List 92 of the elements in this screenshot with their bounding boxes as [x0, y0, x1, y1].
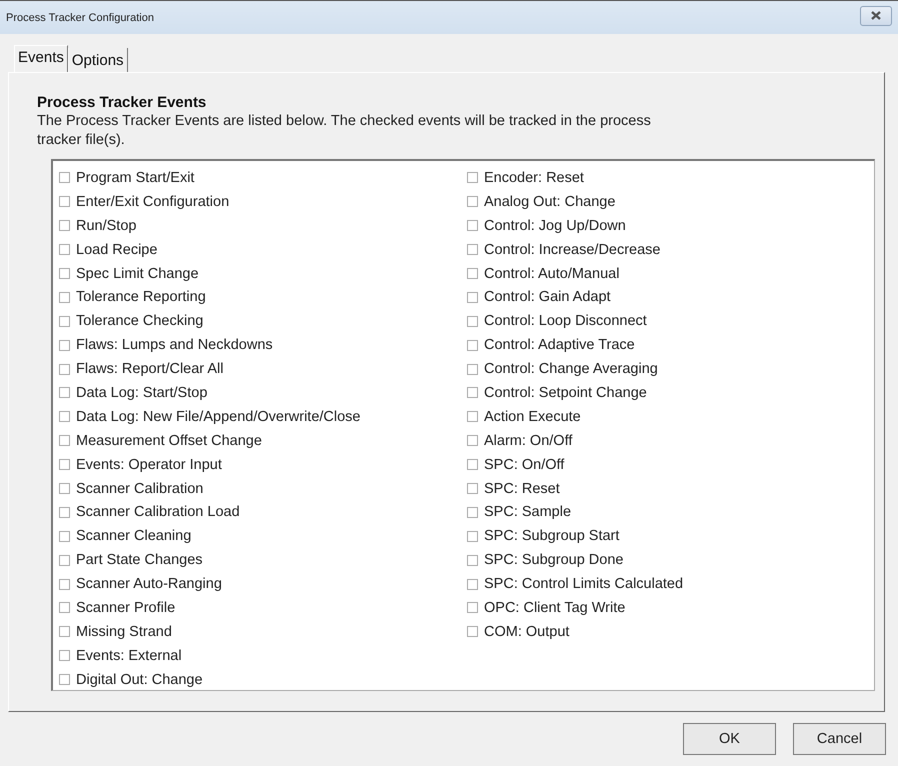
checkbox[interactable] — [467, 578, 478, 590]
checkbox[interactable] — [467, 626, 478, 638]
checkbox-label: Tolerance Reporting — [76, 289, 206, 306]
checkbox-label: SPC: Sample — [484, 504, 572, 520]
checkbox-label: Encoder: Reset — [484, 170, 584, 186]
checkbox-label: Events: External — [76, 648, 182, 664]
tab[interactable]: Options — [68, 48, 128, 72]
checkbox[interactable] — [467, 340, 478, 351]
checkbox-label: SPC: Subgroup Start — [484, 528, 620, 544]
checkbox[interactable] — [467, 364, 478, 375]
checkbox[interactable] — [59, 650, 70, 662]
window-title: Process Tracker Configuration — [6, 12, 154, 24]
checkbox-label: Missing Strand — [76, 624, 172, 640]
checkbox-label: Action Execute — [484, 408, 581, 425]
checkbox-label: OPC: Client Tag Write — [484, 600, 626, 616]
checkbox[interactable] — [467, 483, 478, 494]
checkbox[interactable] — [59, 506, 70, 518]
checkbox[interactable] — [59, 674, 70, 686]
checkbox[interactable] — [59, 459, 70, 470]
checkbox-label: SPC: Reset — [484, 480, 560, 497]
checkbox[interactable] — [467, 435, 478, 446]
checkbox[interactable] — [59, 364, 70, 375]
tab[interactable]: Events — [14, 45, 68, 72]
checkbox-label: Events: Operator Input — [76, 456, 222, 473]
dialog-button[interactable]: OK — [683, 723, 776, 755]
checkbox-label: COM: Output — [484, 624, 570, 640]
checkbox-label: Scanner Auto-Ranging — [76, 576, 222, 592]
checkbox[interactable] — [467, 172, 478, 184]
checkbox[interactable] — [59, 196, 70, 208]
checkbox-label: Flaws: Lumps and Neckdowns — [76, 337, 273, 354]
checkbox[interactable] — [59, 554, 70, 566]
checkbox-label: Enter/Exit Configuration — [76, 194, 230, 210]
checkbox[interactable] — [467, 554, 478, 566]
checkbox[interactable] — [467, 244, 478, 256]
checkbox-label: Tolerance Checking — [76, 313, 204, 330]
checkbox-label: Scanner Calibration — [76, 480, 204, 497]
checkbox-label: SPC: Subgroup Done — [484, 552, 624, 568]
checkbox-label: Scanner Calibration Load — [76, 504, 240, 520]
checkbox[interactable] — [59, 530, 70, 542]
checkbox-label: Control: Change Averaging — [484, 361, 658, 378]
checkbox[interactable] — [467, 292, 478, 303]
checkbox-label: Scanner Profile — [76, 600, 176, 616]
checkbox-label: Scanner Cleaning — [76, 528, 192, 544]
checkbox-label: SPC: On/Off — [484, 456, 564, 473]
checkbox[interactable] — [59, 387, 70, 398]
checkbox-label: Control: Auto/Manual — [484, 266, 620, 282]
checkbox-label: Control: Adaptive Trace — [484, 337, 635, 354]
checkbox[interactable] — [59, 316, 70, 327]
description-text: The Process Tracker Events are listed below. The checked events will be tracked in the process tracker file(s). — [37, 112, 652, 150]
checkbox-label: Data Log: New File/Append/Overwrite/Close — [76, 408, 360, 425]
checkbox-label: Data Log: Start/Stop — [76, 384, 208, 401]
checkbox[interactable] — [467, 220, 478, 232]
checkbox[interactable] — [467, 602, 478, 614]
checkbox-label: SPC: Control Limits Calculated — [484, 576, 684, 592]
checkbox[interactable] — [59, 340, 70, 351]
checkbox-label: Alarm: On/Off — [484, 432, 572, 449]
checkbox[interactable] — [59, 602, 70, 614]
checkbox[interactable] — [59, 220, 70, 232]
checkbox-label: Digital Out: Change — [76, 672, 203, 688]
checkbox[interactable] — [467, 411, 478, 422]
checkbox[interactable] — [59, 626, 70, 638]
dialog-button[interactable]: Cancel — [793, 723, 886, 755]
checkbox-label: Load Recipe — [76, 242, 158, 258]
checkbox[interactable] — [59, 578, 70, 590]
checkbox[interactable] — [59, 483, 70, 494]
checkbox[interactable] — [467, 530, 478, 542]
checkbox[interactable] — [59, 435, 70, 446]
checkbox[interactable] — [467, 459, 478, 470]
checkbox-label: Program Start/Exit — [76, 170, 194, 186]
checkbox[interactable] — [59, 268, 70, 279]
checkbox[interactable] — [467, 268, 478, 279]
checkbox[interactable] — [59, 411, 70, 422]
checkbox-label: Control: Jog Up/Down — [484, 218, 626, 234]
checkbox[interactable] — [467, 506, 478, 518]
checkbox-label: Measurement Offset Change — [76, 432, 262, 449]
checkbox[interactable] — [59, 172, 70, 184]
checkbox[interactable] — [467, 196, 478, 208]
section-heading: Process Tracker Events — [37, 94, 208, 111]
checkbox-label: Part State Changes — [76, 552, 203, 568]
checkbox[interactable] — [59, 292, 70, 303]
checkbox-label: Spec Limit Change — [76, 266, 199, 282]
checkbox[interactable] — [467, 316, 478, 327]
checkbox-label: Analog Out: Change — [484, 194, 616, 210]
checkbox[interactable] — [467, 387, 478, 398]
close-button[interactable] — [860, 6, 892, 26]
checkbox-label: Control: Loop Disconnect — [484, 313, 647, 330]
checkbox-label: Control: Gain Adapt — [484, 289, 611, 306]
checkbox-label: Flaws: Report/Clear All — [76, 361, 224, 378]
checkbox-label: Run/Stop — [76, 218, 136, 234]
checkbox-label: Control: Increase/Decrease — [484, 242, 660, 258]
checkbox[interactable] — [59, 244, 70, 256]
checkbox-label: Control: Setpoint Change — [484, 384, 647, 401]
